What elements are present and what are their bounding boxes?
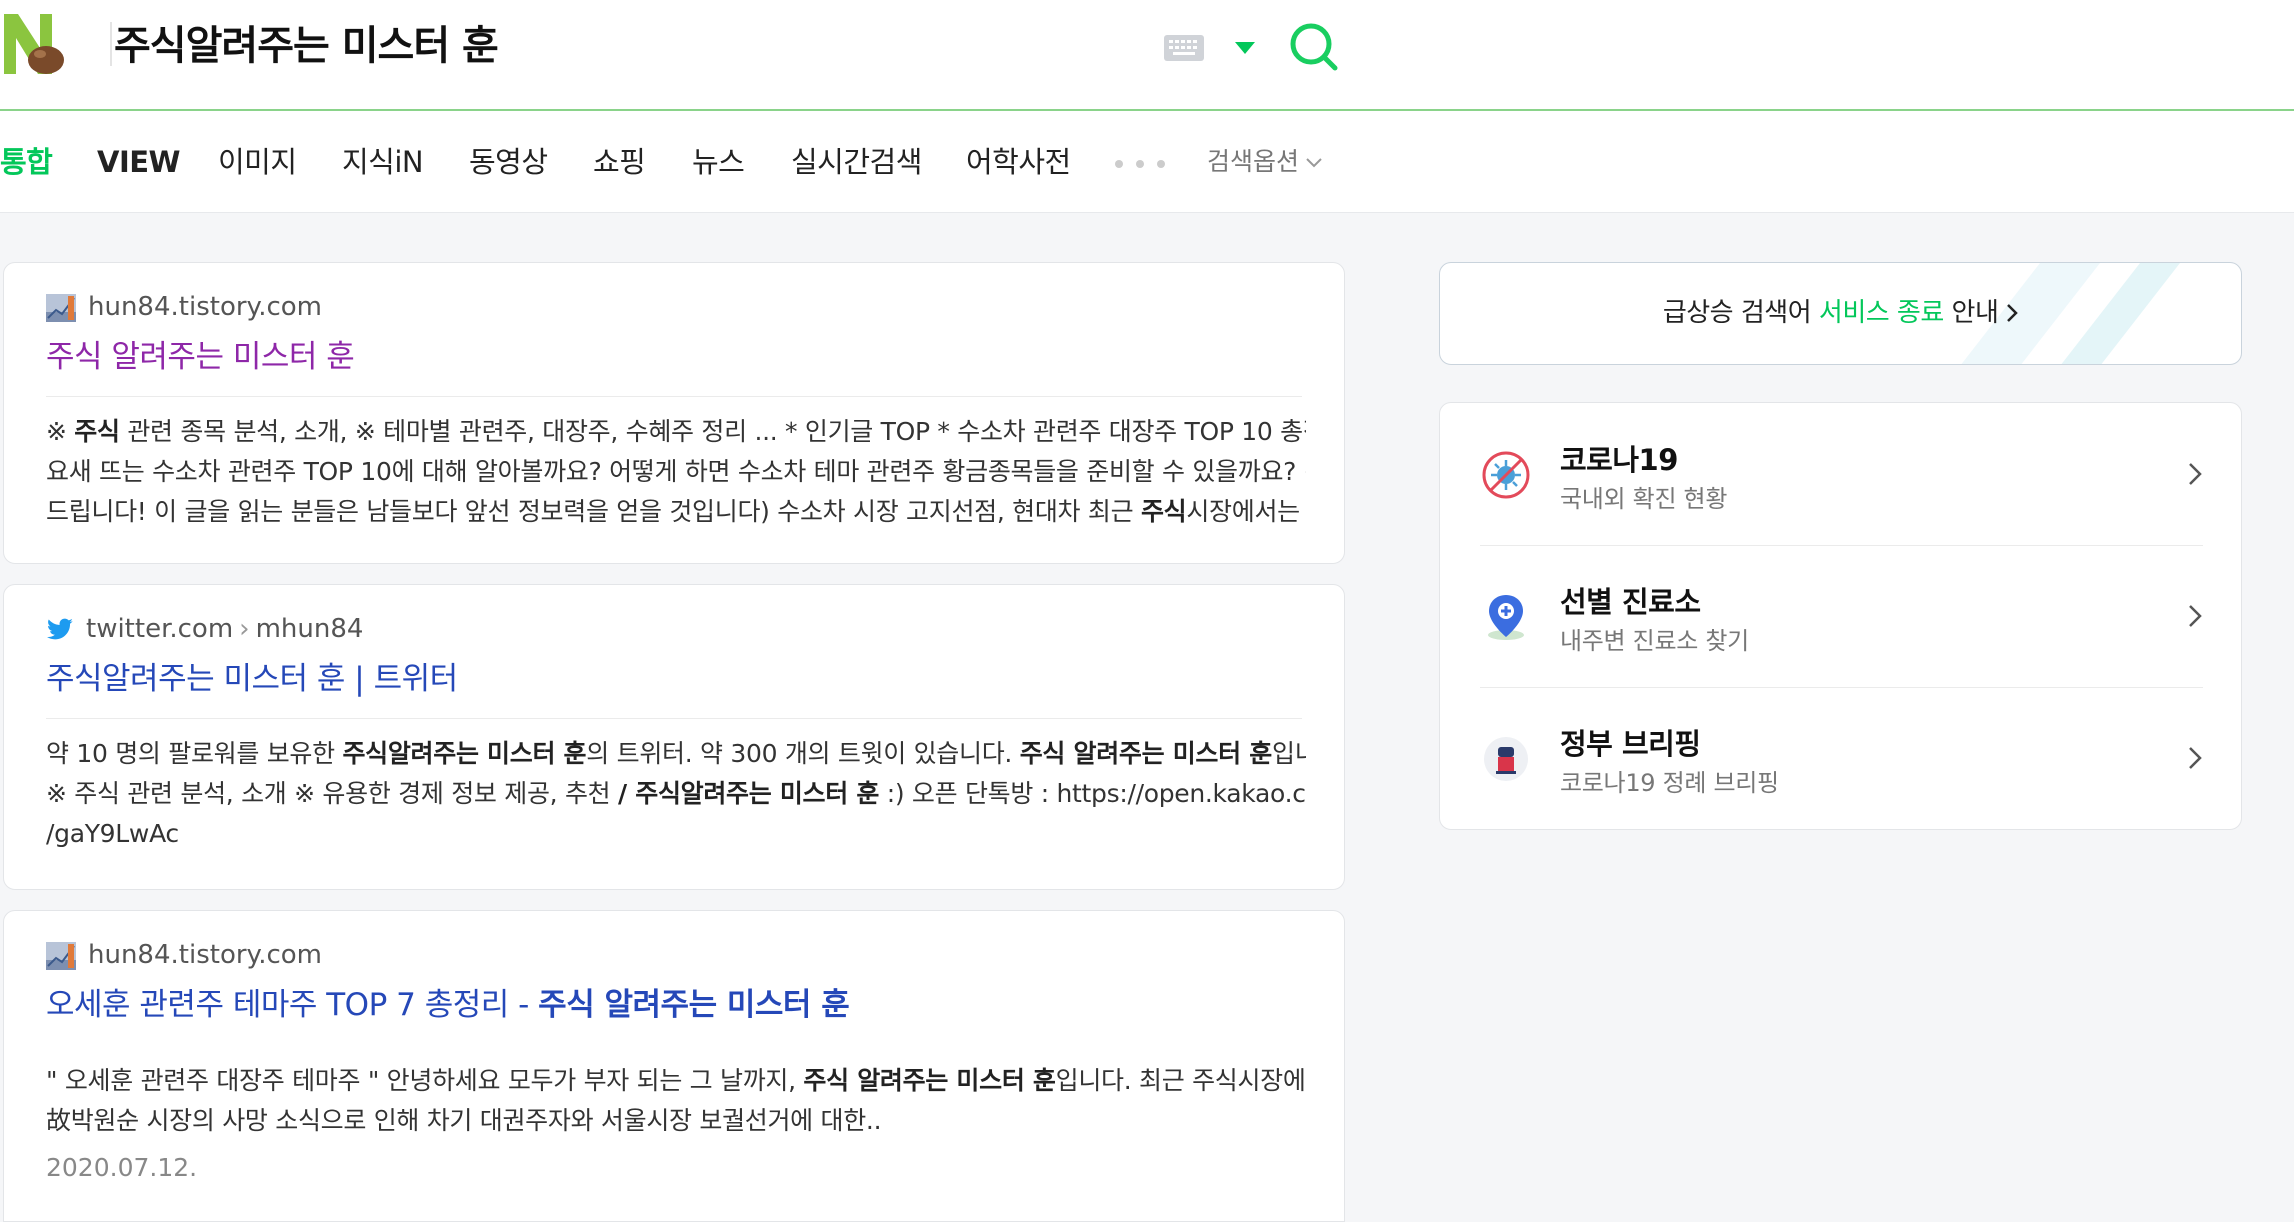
logo-divider bbox=[110, 22, 112, 66]
tab-view[interactable]: VIEW bbox=[97, 111, 181, 213]
tab-shopping[interactable]: 쇼핑 bbox=[593, 111, 646, 213]
chevron-right-icon bbox=[2189, 463, 2202, 485]
result-snippet: " 오세훈 관련주 대장주 테마주 " 안녕하세요 모두가 부자 되는 그 날까… bbox=[46, 1061, 1306, 1141]
result-source[interactable]: twitter.com › mhun84 bbox=[46, 611, 363, 647]
banner-text: 급상승 검색어 서비스 종료 안내 bbox=[1440, 263, 2241, 364]
search-result-card: hun84.tistory.com 주식 알려주는 미스터 훈 ※ 주식 관련 … bbox=[3, 262, 1345, 564]
snippet-line: /gaY9LwAc bbox=[46, 819, 179, 848]
result-site: hun84.tistory.com bbox=[88, 292, 323, 322]
search-tabs: 통합 VIEW 이미지 지식iN 동영상 쇼핑 뉴스 실시간검색 어학사전 검색… bbox=[0, 111, 2294, 213]
tab-dictionary[interactable]: 어학사전 bbox=[966, 111, 1071, 213]
result-title-link[interactable]: 오세훈 관련주 테마주 TOP 7 총정리 - 주식 알려주는 미스터 훈 bbox=[46, 983, 850, 1027]
virus-icon bbox=[1482, 451, 1530, 499]
tab-news[interactable]: 뉴스 bbox=[692, 111, 745, 213]
covid-item-subtitle: 국내외 확진 현황 bbox=[1560, 485, 1728, 513]
dropdown-caret-icon[interactable] bbox=[1234, 40, 1256, 56]
search-options-button[interactable]: 검색옵션 bbox=[1207, 111, 1323, 213]
tab-knowledge-in[interactable]: 지식iN bbox=[342, 111, 424, 213]
title-divider bbox=[46, 396, 1302, 397]
search-options-label: 검색옵션 bbox=[1207, 147, 1300, 176]
breadcrumb-separator-icon: › bbox=[239, 614, 250, 644]
result-site: hun84.tistory.com bbox=[88, 940, 323, 970]
result-date: 2020.07.12. bbox=[46, 1153, 198, 1182]
search-input[interactable] bbox=[114, 16, 1114, 76]
government-briefing-item[interactable]: 정부 브리핑 코로나19 정례 브리핑 bbox=[1480, 687, 2203, 829]
more-tabs-icon[interactable] bbox=[1114, 159, 1166, 169]
tab-realtime-search[interactable]: 실시간검색 bbox=[791, 111, 922, 213]
covid-item-title: 선별 진료소 bbox=[1560, 585, 1701, 619]
realtime-search-ended-banner[interactable]: 급상승 검색어 서비스 종료 안내 bbox=[1439, 262, 2242, 365]
covid-item-subtitle: 코로나19 정례 브리핑 bbox=[1560, 769, 1779, 797]
chevron-down-icon bbox=[1306, 158, 1322, 168]
snippet-line: " 오세훈 관련주 대장주 테마주 " 안녕하세요 모두가 부자 되는 그 날까… bbox=[46, 1066, 1306, 1095]
search-header bbox=[0, 0, 2294, 111]
keyboard-icon[interactable] bbox=[1163, 34, 1205, 62]
snippet-line: ※ 주식 관련 종목 분석, 소개, ※ 테마별 관련주, 대장주, 수혜주 정… bbox=[46, 417, 1306, 446]
snippet-line: 요새 뜨는 수소차 관련주 TOP 10에 대해 알아볼까요? 어떻게 하면 수… bbox=[46, 457, 1306, 486]
chevron-right-icon bbox=[2007, 304, 2018, 322]
tistory-favicon-icon bbox=[46, 941, 76, 970]
snippet-line: 故박원순 시장의 사망 소식으로 인해 차기 대권주자와 서울시장 보궐선거에 … bbox=[46, 1106, 882, 1135]
covid-item-subtitle: 내주변 진료소 찾기 bbox=[1560, 627, 1749, 655]
podium-icon bbox=[1484, 737, 1528, 781]
result-snippet: 약 10 명의 팔로워를 보유한 주식알려주는 미스터 훈의 트위터. 약 30… bbox=[46, 734, 1306, 854]
screening-clinic-item[interactable]: 선별 진료소 내주변 진료소 찾기 bbox=[1480, 545, 2203, 687]
chevron-right-icon bbox=[2189, 747, 2202, 769]
map-pin-icon bbox=[1488, 595, 1524, 640]
result-source[interactable]: hun84.tistory.com bbox=[46, 937, 322, 973]
tistory-favicon-icon bbox=[46, 293, 76, 322]
result-site: twitter.com bbox=[86, 614, 234, 644]
covid-status-item[interactable]: 코로나19 국내외 확진 현황 bbox=[1480, 403, 2203, 545]
title-divider bbox=[46, 718, 1302, 719]
result-snippet: ※ 주식 관련 종목 분석, 소개, ※ 테마별 관련주, 대장주, 수혜주 정… bbox=[46, 412, 1306, 532]
snippet-line: 약 10 명의 팔로워를 보유한 주식알려주는 미스터 훈의 트위터. 약 30… bbox=[46, 739, 1306, 768]
chevron-right-icon bbox=[2189, 605, 2202, 627]
result-site-path: mhun84 bbox=[255, 614, 364, 644]
twitter-bird-icon bbox=[47, 618, 73, 639]
snippet-line: 드립니다! 이 글을 읽는 분들은 남들보다 앞선 정보력을 얻을 것입니다) … bbox=[46, 497, 1306, 526]
search-button[interactable] bbox=[1287, 20, 1339, 72]
search-result-card: hun84.tistory.com 오세훈 관련주 테마주 TOP 7 총정리 … bbox=[3, 910, 1345, 1222]
search-result-card: twitter.com › mhun84 주식알려주는 미스터 훈 | 트위터 약 … bbox=[3, 584, 1345, 890]
result-source[interactable]: hun84.tistory.com bbox=[46, 289, 322, 325]
covid-item-title: 코로나19 bbox=[1560, 443, 1678, 477]
tab-integrated[interactable]: 통합 bbox=[0, 111, 53, 213]
covid-item-title: 정부 브리핑 bbox=[1560, 727, 1701, 761]
naver-logo-icon[interactable] bbox=[0, 12, 70, 76]
snippet-line: ※ 주식 관련 분석, 소개 ※ 유용한 경제 정보 제공, 추천 / 주식알려… bbox=[46, 779, 1306, 808]
tab-video[interactable]: 동영상 bbox=[469, 111, 548, 213]
tab-images[interactable]: 이미지 bbox=[218, 111, 297, 213]
covid-info-panel: 코로나19 국내외 확진 현황 선별 진료소 내주변 진료소 찾기 정부 브리핑… bbox=[1439, 402, 2242, 830]
result-title-link[interactable]: 주식 알려주는 미스터 훈 bbox=[46, 335, 355, 379]
result-title-link[interactable]: 주식알려주는 미스터 훈 | 트위터 bbox=[46, 657, 458, 701]
